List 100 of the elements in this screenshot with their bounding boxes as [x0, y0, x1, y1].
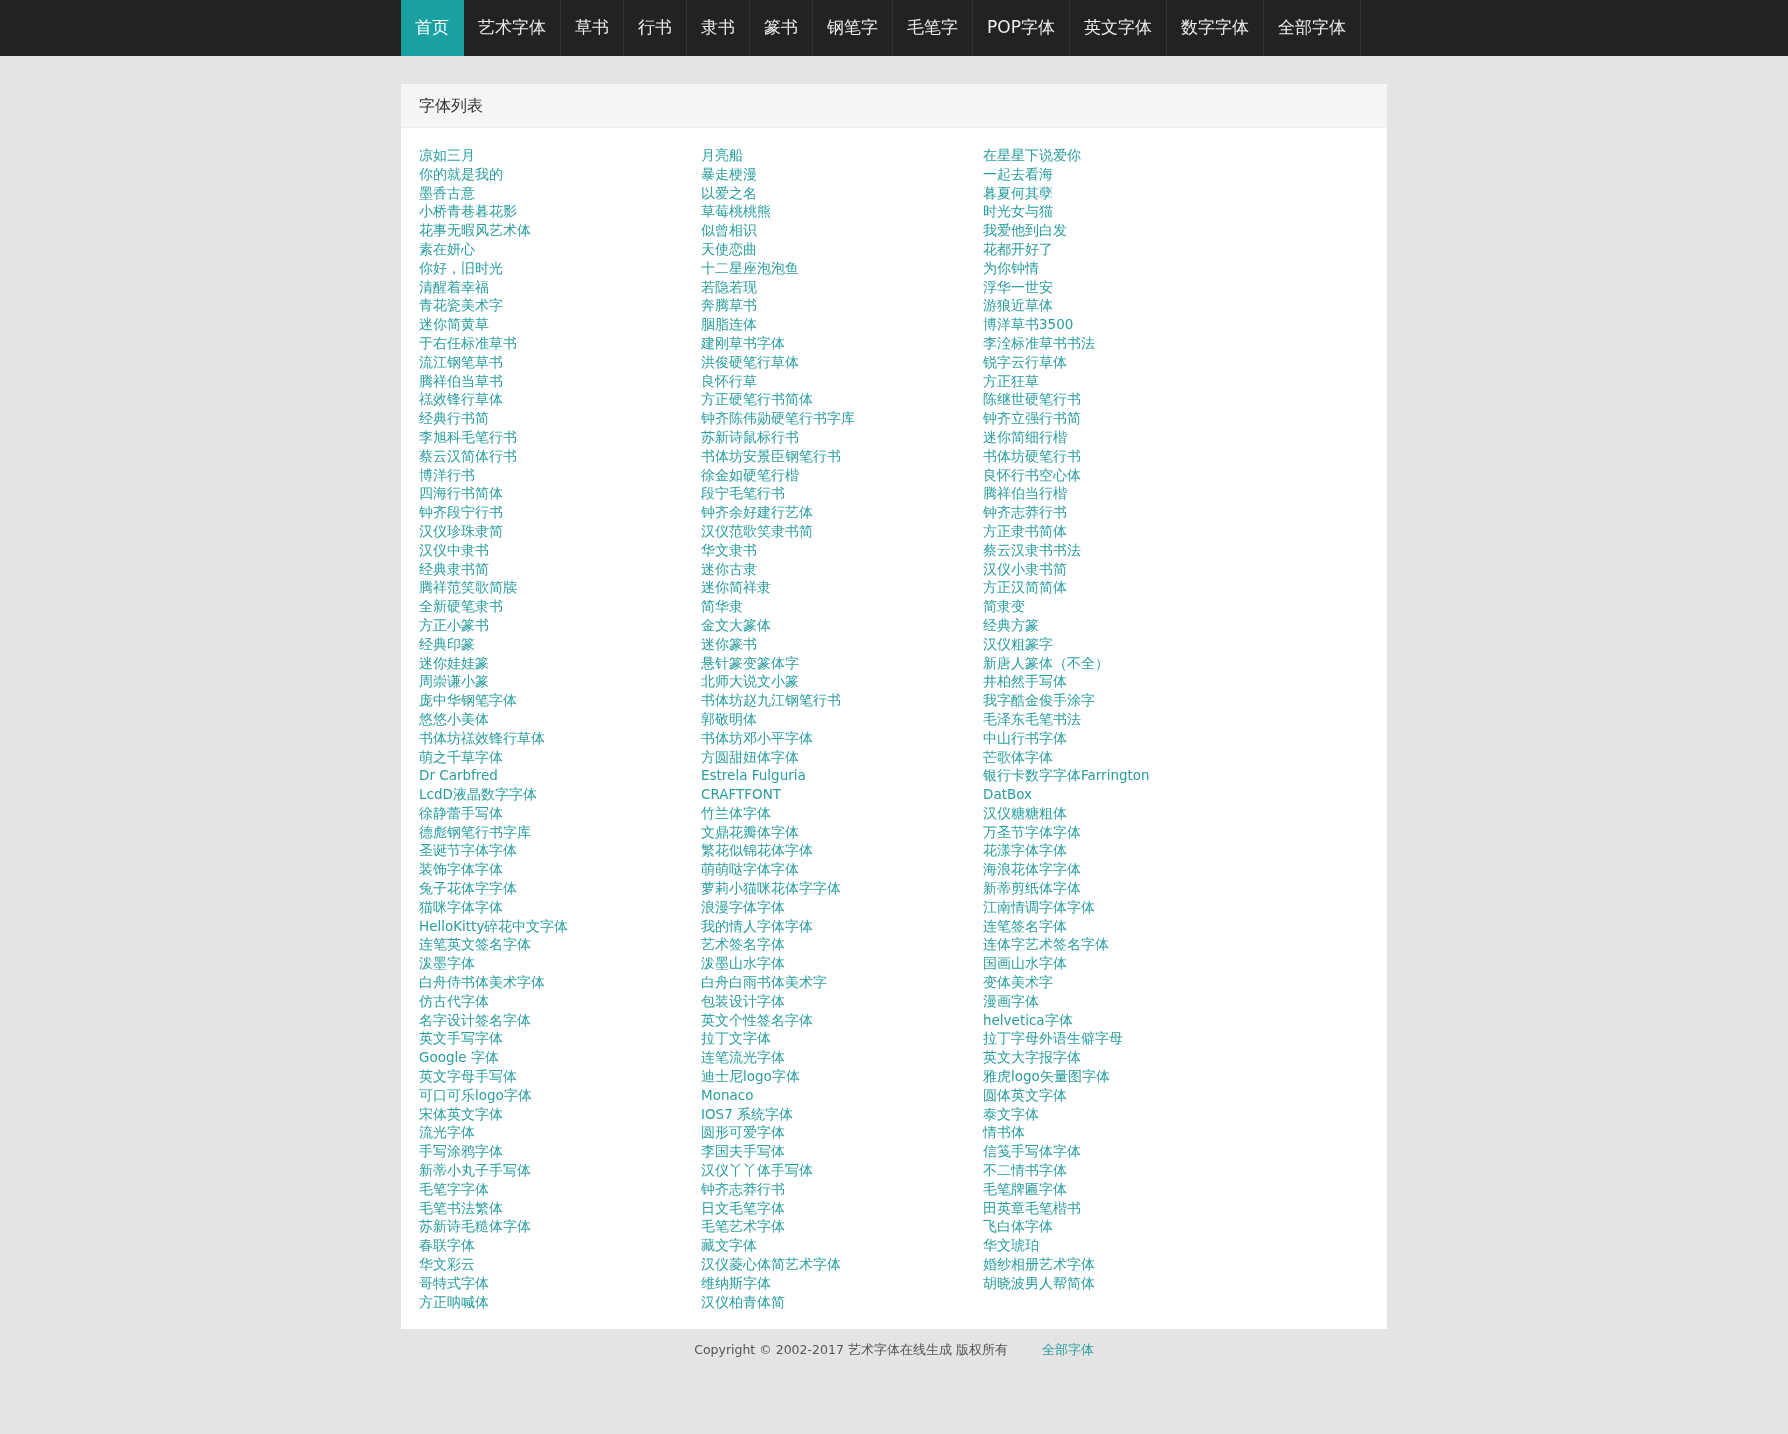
font-link[interactable]: 我字酷金俊手涂字 — [983, 692, 1095, 709]
font-link[interactable]: 全新硬笔隶书 — [419, 598, 503, 615]
font-link[interactable]: 春联字体 — [419, 1237, 475, 1254]
font-link[interactable]: 手写涂鸦字体 — [419, 1143, 503, 1160]
font-link[interactable]: 我爱他到白发 — [983, 222, 1067, 239]
font-link[interactable]: 李旭科毛笔行书 — [419, 428, 517, 445]
font-link[interactable]: 为你钟情 — [983, 259, 1039, 276]
font-link[interactable]: 苏新诗鼠标行书 — [701, 428, 799, 445]
font-link[interactable]: 情书体 — [983, 1124, 1025, 1141]
font-link[interactable]: 游狼近草体 — [983, 297, 1053, 314]
font-link[interactable]: 小桥青巷暮花影 — [419, 203, 517, 220]
font-link[interactable]: 凉如三月 — [419, 147, 475, 163]
font-link[interactable]: 钟齐余好建行艺体 — [701, 504, 813, 521]
font-link[interactable]: 文鼎花瓣体字体 — [701, 823, 799, 840]
font-link[interactable]: 胡晓波男人帮简体 — [983, 1274, 1095, 1291]
font-link[interactable]: 徐静蕾手写体 — [419, 804, 503, 821]
font-link[interactable]: 变体美术字 — [983, 974, 1053, 991]
font-link[interactable]: 简华隶 — [701, 598, 743, 615]
font-link[interactable]: 金文大篆体 — [701, 616, 771, 633]
font-link[interactable]: 苏新诗毛糙体字体 — [419, 1218, 531, 1235]
font-link[interactable]: 包装设计字体 — [701, 992, 785, 1009]
font-link[interactable]: 博洋行书 — [419, 466, 475, 483]
font-link[interactable]: 方正小篆书 — [419, 616, 489, 633]
footer-link[interactable]: 全部字体 — [1041, 1341, 1094, 1361]
font-link[interactable]: 流江钢笔草书 — [419, 353, 503, 370]
font-link[interactable]: 信笺手写体字体 — [983, 1143, 1081, 1160]
font-link[interactable]: 中山行书字体 — [983, 729, 1067, 746]
font-link[interactable]: 悬针篆变篆体字 — [701, 654, 799, 671]
font-link[interactable]: 汉仪珍珠隶简 — [419, 522, 503, 539]
font-link[interactable]: 银行卡数字字体Farrington — [983, 767, 1150, 784]
font-link[interactable]: 井柏然手写体 — [983, 673, 1067, 690]
font-link[interactable]: 良怀行书空心体 — [983, 466, 1081, 483]
font-link[interactable]: 腾祥范笑歌简牍 — [419, 579, 517, 596]
font-link[interactable]: 书体坊邓小平字体 — [701, 729, 813, 746]
font-link[interactable]: 哥特式字体 — [419, 1274, 489, 1291]
font-link[interactable]: 书体坊硬笔行书 — [983, 447, 1081, 464]
font-link[interactable]: 若隐若现 — [701, 278, 757, 295]
font-link[interactable]: 白舟白雨书体美术字 — [701, 974, 827, 991]
font-link[interactable]: 天使恋曲 — [701, 241, 757, 257]
font-link[interactable]: 英文手写字体 — [419, 1030, 503, 1047]
font-link[interactable]: 徐金如硬笔行楷 — [701, 466, 799, 483]
font-link[interactable]: 建刚草书字体 — [701, 334, 785, 351]
font-link[interactable]: 素在妍心 — [419, 241, 475, 257]
font-link[interactable]: 迷你篆书 — [701, 635, 757, 652]
font-link[interactable]: 新蒂剪纸体字体 — [983, 880, 1081, 897]
font-link[interactable]: LcdD液晶数字字体 — [419, 786, 537, 803]
font-link[interactable]: 方正狂草 — [983, 372, 1039, 389]
font-link[interactable]: 花事无暇风艺术体 — [419, 222, 531, 239]
font-link[interactable]: 萝莉小猫咪花体字字体 — [701, 880, 841, 897]
font-link[interactable]: 墨香古意 — [419, 184, 475, 201]
font-link[interactable]: 可口可乐logo字体 — [419, 1086, 532, 1103]
font-link[interactable]: 汉仪粗篆字 — [983, 635, 1053, 652]
font-link[interactable]: 仿古代字体 — [419, 992, 489, 1009]
font-link[interactable]: 不二情书字体 — [983, 1162, 1067, 1179]
font-link[interactable]: 良怀行草 — [701, 372, 757, 389]
font-link[interactable]: 英文字母手写体 — [419, 1068, 517, 1085]
font-link[interactable]: 洪俊硬笔行草体 — [701, 353, 799, 370]
font-link[interactable]: 经典方篆 — [983, 616, 1039, 633]
font-link[interactable]: 在星星下说爱你 — [983, 147, 1081, 163]
font-link[interactable]: 经典隶书简 — [419, 560, 489, 577]
font-link[interactable]: 似曾相识 — [701, 222, 757, 239]
font-link[interactable]: 维纳斯字体 — [701, 1274, 771, 1291]
font-link[interactable]: 圆体英文字体 — [983, 1086, 1067, 1103]
font-link[interactable]: 汉仪柏青体简 — [701, 1293, 785, 1310]
font-link[interactable]: 汉仪小隶书简 — [983, 560, 1067, 577]
font-link[interactable]: 你的就是我的 — [419, 165, 503, 182]
font-link[interactable]: 竹兰体字体 — [701, 804, 771, 821]
font-link[interactable]: 方正硬笔行书简体 — [701, 391, 813, 408]
font-link[interactable]: 我的情人字体字体 — [701, 917, 813, 934]
font-link[interactable]: 书体坊赵九江钢笔行书 — [701, 692, 841, 709]
font-link[interactable]: 钟齐立强行书简 — [983, 410, 1081, 427]
font-link[interactable]: 段宁毛笔行书 — [701, 485, 785, 502]
font-link[interactable]: 新蒂小丸子手写体 — [419, 1162, 531, 1179]
font-link[interactable]: 德彪钢笔行书字库 — [419, 823, 531, 840]
font-link[interactable]: 郭敬明体 — [701, 710, 757, 727]
font-link[interactable]: 江南情调字体字体 — [983, 898, 1095, 915]
font-link[interactable]: 拉丁字母外语生僻字母 — [983, 1030, 1123, 1047]
font-link[interactable]: 汉仪丫丫体手写体 — [701, 1162, 813, 1179]
font-link[interactable]: 以爱之名 — [701, 184, 757, 201]
font-link[interactable]: 十二星座泡泡鱼 — [701, 259, 799, 276]
font-link[interactable]: 钟齐志莽行书 — [983, 504, 1067, 521]
font-link[interactable]: 连体字艺术签名字体 — [983, 936, 1109, 953]
font-link[interactable]: 圣诞节字体字体 — [419, 842, 517, 859]
font-link[interactable]: helvetica字体 — [983, 1011, 1073, 1028]
font-link[interactable]: 毛笔牌匾字体 — [983, 1180, 1067, 1197]
font-link[interactable]: Dr Carbfred — [419, 767, 498, 784]
font-link[interactable]: 锐字云行草体 — [983, 353, 1067, 370]
font-link[interactable]: 方正呐喊体 — [419, 1293, 489, 1310]
font-link[interactable]: 华文隶书 — [701, 541, 757, 558]
font-link[interactable]: 芒歌体字体 — [983, 748, 1053, 765]
font-link[interactable]: 连笔英文签名字体 — [419, 936, 531, 953]
font-link[interactable]: CRAFTFONT — [701, 786, 781, 803]
font-link[interactable]: 飞白体字体 — [983, 1218, 1053, 1235]
font-link[interactable]: 浮华一世安 — [983, 278, 1053, 295]
font-link[interactable]: 漫画字体 — [983, 992, 1039, 1009]
font-link[interactable]: 蔡云汉隶书书法 — [983, 541, 1081, 558]
font-link[interactable]: 华文琥珀 — [983, 1237, 1039, 1254]
font-link[interactable]: 腾祥伯当行楷 — [983, 485, 1067, 502]
font-link[interactable]: 白舟侍书体美术字体 — [419, 974, 545, 991]
font-link[interactable]: 周崇谦小篆 — [419, 673, 489, 690]
